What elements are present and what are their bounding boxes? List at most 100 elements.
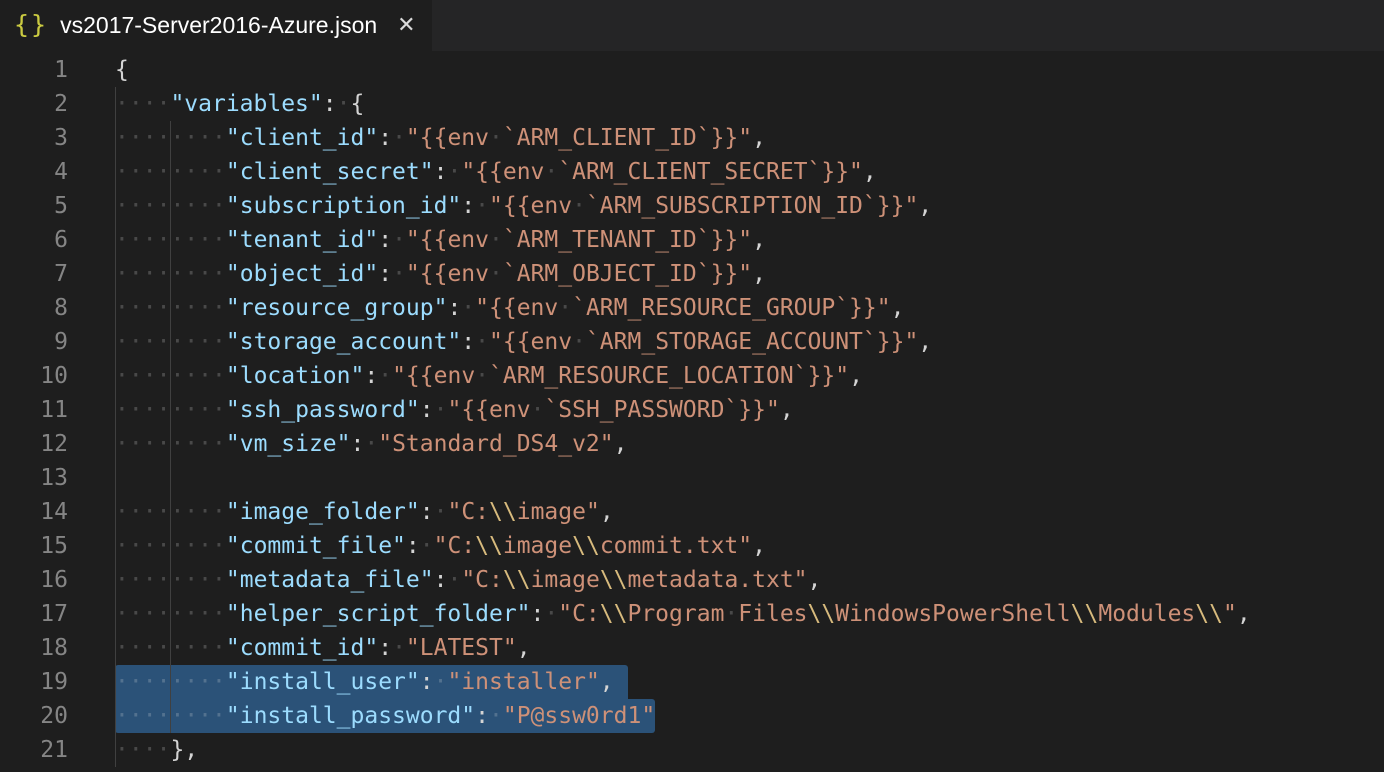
code-line[interactable]: 6········"tenant_id":·"{{env·`ARM_TENANT… xyxy=(0,223,1384,257)
code-line[interactable]: 2····"variables":·{ xyxy=(0,87,1384,121)
code-text: ········"helper_script_folder":·"C:\\Pro… xyxy=(115,597,1251,631)
code-token: `ARM_RESOURCE_LOCATION`}}" xyxy=(489,363,849,389)
line-number[interactable]: 2 xyxy=(0,87,68,121)
whitespace-dot: · xyxy=(198,397,212,423)
whitespace-dot: · xyxy=(129,261,143,287)
indent-guide xyxy=(170,563,171,597)
line-number[interactable]: 6 xyxy=(0,223,68,257)
whitespace-dot: · xyxy=(115,499,129,525)
whitespace-dot: · xyxy=(157,533,171,559)
code-token: { xyxy=(115,57,129,83)
whitespace-dot: · xyxy=(115,193,129,219)
code-line[interactable]: 9········"storage_account":·"{{env·`ARM_… xyxy=(0,325,1384,359)
line-number[interactable]: 19 xyxy=(0,665,68,699)
line-number[interactable]: 15 xyxy=(0,529,68,563)
code-token: \\ xyxy=(503,567,531,593)
code-token: "storage_account" xyxy=(226,329,461,355)
whitespace-dot: · xyxy=(115,91,129,117)
code-token: image" xyxy=(517,499,600,525)
whitespace-dot: · xyxy=(157,295,171,321)
line-number[interactable]: 20 xyxy=(0,699,68,733)
whitespace-dot: · xyxy=(572,329,586,355)
code-token: "image_folder" xyxy=(226,499,420,525)
line-number[interactable]: 10 xyxy=(0,359,68,393)
code-line[interactable]: 19 ········"install_user":·"installer", xyxy=(0,665,1384,699)
code-token: "C: xyxy=(461,567,503,593)
line-number[interactable]: 16 xyxy=(0,563,68,597)
whitespace-dot: · xyxy=(212,125,226,151)
indent-guide xyxy=(115,291,116,325)
whitespace-dot: · xyxy=(184,431,198,457)
line-number[interactable]: 14 xyxy=(0,495,68,529)
code-line[interactable]: 20········"install_password":·"P@ssw0rd1… xyxy=(0,699,1384,733)
vscode-editor-window: { "tab": { "title": "vs2017-Server2016-A… xyxy=(0,0,1384,772)
whitespace-dot: · xyxy=(115,295,129,321)
code-line[interactable]: 12········"vm_size":·"Standard_DS4_v2", xyxy=(0,427,1384,461)
code-token: , xyxy=(517,635,531,661)
close-tab-icon[interactable]: ✕ xyxy=(397,15,415,37)
code-line[interactable]: 18········"commit_id":·"LATEST", xyxy=(0,631,1384,665)
whitespace-dot: · xyxy=(184,295,198,321)
line-number[interactable]: 18 xyxy=(0,631,68,665)
line-number[interactable]: 12 xyxy=(0,427,68,461)
code-line[interactable]: 14········"image_folder":·"C:\\image", xyxy=(0,495,1384,529)
whitespace-dot: · xyxy=(157,397,171,423)
whitespace-dot: · xyxy=(115,635,129,661)
line-number[interactable]: 11 xyxy=(0,393,68,427)
code-line[interactable]: 4········"client_secret":·"{{env·`ARM_CL… xyxy=(0,155,1384,189)
code-token: : xyxy=(420,499,434,525)
code-line[interactable]: 10········"location":·"{{env·`ARM_RESOUR… xyxy=(0,359,1384,393)
code-token: "{{env xyxy=(406,227,489,253)
code-line[interactable]: 5········"subscription_id":·"{{env·`ARM_… xyxy=(0,189,1384,223)
code-line[interactable]: 8········"resource_group":·"{{env·`ARM_R… xyxy=(0,291,1384,325)
code-text: ········"image_folder":·"C:\\image", xyxy=(115,495,614,529)
code-line[interactable]: 15 ········"commit_file":·"C:\\image\\com… xyxy=(0,529,1384,563)
whitespace-dot: · xyxy=(170,159,184,185)
indent-guide xyxy=(115,733,116,767)
whitespace-dot: · xyxy=(143,227,157,253)
line-number[interactable]: 7 xyxy=(0,257,68,291)
code-line[interactable]: 11········"ssh_password":·"{{env·`SSH_PA… xyxy=(0,393,1384,427)
code-token: { xyxy=(350,91,364,117)
whitespace-dot: · xyxy=(184,193,198,219)
whitespace-dot: · xyxy=(129,329,143,355)
code-line[interactable]: 1{ xyxy=(0,53,1384,87)
code-token: \\ xyxy=(808,601,836,627)
code-line[interactable]: 21····}, xyxy=(0,733,1384,767)
line-number[interactable]: 1 xyxy=(0,53,68,87)
line-number[interactable]: 5 xyxy=(0,189,68,223)
whitespace-dot: · xyxy=(157,635,171,661)
whitespace-dot: · xyxy=(212,703,226,729)
line-number[interactable]: 3 xyxy=(0,121,68,155)
whitespace-dot: · xyxy=(143,533,157,559)
code-line[interactable]: 16········"metadata_file":·"C:\\image\\m… xyxy=(0,563,1384,597)
indent-guide xyxy=(170,325,171,359)
json-file-icon: {} xyxy=(14,12,48,40)
code-token: : xyxy=(378,261,392,287)
code-token: \\ xyxy=(600,601,628,627)
whitespace-dot: · xyxy=(198,227,212,253)
code-editor[interactable]: 1{2····"variables":·{3········"client_id… xyxy=(0,51,1384,767)
line-number[interactable]: 8 xyxy=(0,291,68,325)
line-number[interactable]: 17 xyxy=(0,597,68,631)
code-text: ········"install_user":·"installer", xyxy=(115,665,628,699)
code-token: : xyxy=(531,601,545,627)
whitespace-dot: · xyxy=(129,125,143,151)
whitespace-dot: · xyxy=(447,159,461,185)
tab-vs2017-server2016-azure-json[interactable]: {} vs2017-Server2016-Azure.json ✕ xyxy=(0,0,432,51)
whitespace-dot: · xyxy=(129,431,143,457)
whitespace-dot: · xyxy=(184,159,198,185)
whitespace-dot: · xyxy=(143,499,157,525)
code-text: ········"commit_file":·"C:\\image\\commi… xyxy=(115,529,766,563)
code-line[interactable]: 17········"helper_script_folder":·"C:\\P… xyxy=(0,597,1384,631)
line-number[interactable]: 4 xyxy=(0,155,68,189)
code-token: image xyxy=(503,533,572,559)
code-line[interactable]: 13 xyxy=(0,461,1384,495)
line-number[interactable]: 13 xyxy=(0,461,68,495)
line-number[interactable]: 21 xyxy=(0,733,68,767)
code-line[interactable]: 3········"client_id":·"{{env·`ARM_CLIENT… xyxy=(0,121,1384,155)
whitespace-dot: · xyxy=(143,125,157,151)
code-line[interactable]: 7········"object_id":·"{{env·`ARM_OBJECT… xyxy=(0,257,1384,291)
whitespace-dot: · xyxy=(531,397,545,423)
line-number[interactable]: 9 xyxy=(0,325,68,359)
